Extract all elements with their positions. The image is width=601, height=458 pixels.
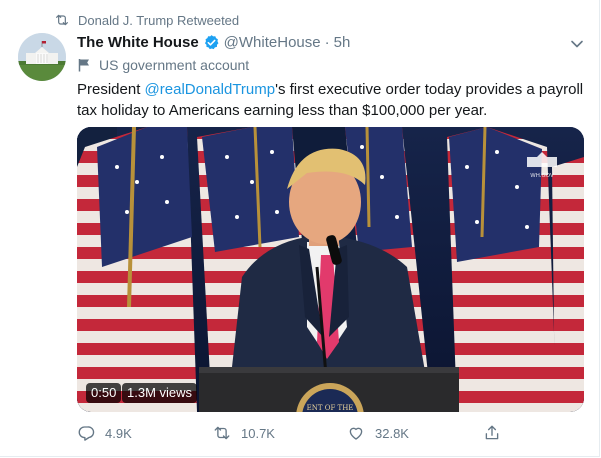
avatar[interactable] [18, 33, 66, 81]
reply-count: 4.9K [105, 425, 132, 441]
tweet-header: The White House @WhiteHouse · 5h [77, 32, 350, 52]
mention-link[interactable]: @realDonaldTrump [145, 81, 276, 98]
video-duration-badge: 0:50 [86, 383, 122, 403]
share-button[interactable] [483, 424, 511, 442]
author-name[interactable]: The White House [77, 34, 199, 51]
video-player[interactable]: ENT OF THE WH.GOV 0:50 1.3M views [77, 127, 584, 412]
like-button[interactable]: 32.8K [347, 424, 409, 442]
flag-icon [78, 59, 89, 72]
separator-dot: · [324, 33, 330, 51]
account-label: US government account [78, 57, 249, 73]
podium-seal-text: ENT OF THE [307, 404, 354, 412]
reply-button[interactable]: 4.9K [77, 424, 132, 442]
tweet-text: President @realDonaldTrump's first execu… [77, 79, 597, 121]
video-views-badge: 1.3M views [122, 383, 198, 403]
tweet-timestamp[interactable]: 5h [334, 34, 351, 51]
retweet-icon [56, 14, 68, 26]
retweet-button[interactable]: 10.7K [213, 424, 275, 442]
author-handle[interactable]: @WhiteHouse [224, 34, 321, 51]
verified-badge-icon [204, 34, 219, 49]
tweet-actions: 4.9K 10.7K 32.8K [77, 424, 517, 444]
tweet-text-lead: President [77, 81, 145, 98]
heart-icon [349, 427, 363, 440]
reply-icon [78, 426, 95, 441]
share-icon [485, 425, 499, 440]
tweet-card[interactable]: Donald J. Trump Retweeted The White Hous… [0, 0, 600, 457]
watermark-text: WH.GOV [530, 173, 554, 179]
retweet-count: 10.7K [241, 425, 275, 441]
account-label-text: US government account [99, 57, 250, 73]
like-count: 32.8K [375, 425, 409, 441]
retweet-icon [214, 426, 230, 440]
chevron-down-icon[interactable] [569, 36, 585, 52]
video-thumbnail: ENT OF THE WH.GOV [77, 127, 584, 412]
retweet-context-label[interactable]: Donald J. Trump Retweeted [78, 13, 239, 28]
